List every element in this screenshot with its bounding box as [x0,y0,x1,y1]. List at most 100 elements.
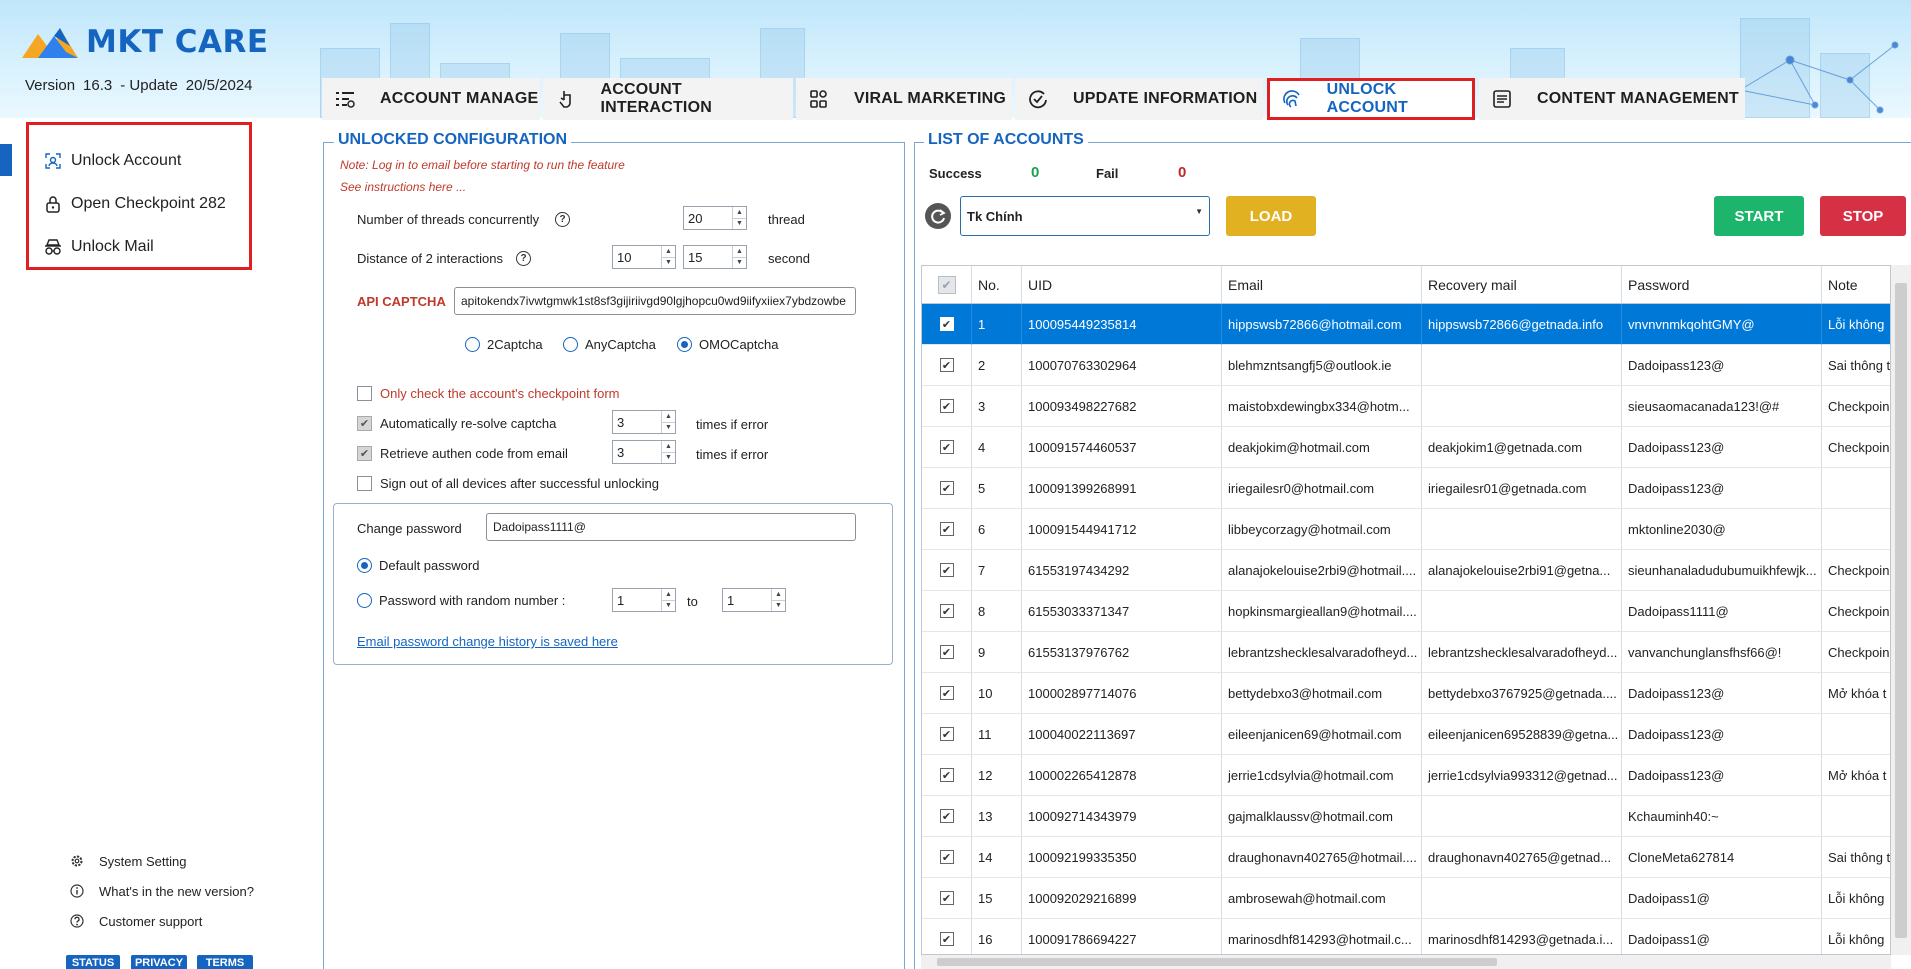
table-row[interactable]: ✔ 4 100091574460537 deakjokim@hotmail.com de… [922,427,1890,468]
spin-down-icon[interactable]: ▼ [772,601,785,612]
customer-support-link[interactable]: Customer support [69,913,202,929]
column-header-note[interactable]: Note [1822,266,1890,304]
change-password-input[interactable]: Dadoipass1111@ [486,513,856,541]
password-history-link[interactable]: Email password change history is saved h… [357,634,618,649]
sidebar-item-unlock-mail[interactable]: Unlock Mail [43,237,154,257]
row-checkbox[interactable]: ✔ [922,550,972,591]
spin-down-icon[interactable]: ▼ [662,258,675,269]
table-row[interactable]: ✔ 10 100002897714076 bettydebxo3@hotmail.co… [922,673,1890,714]
terms-button[interactable]: TERMS [197,955,253,969]
row-checkbox[interactable]: ✔ [922,509,972,550]
table-row[interactable]: ✔ 3 100093498227682 maistobxdewingbx334@hot… [922,386,1890,427]
instructions-link[interactable]: See instructions here ... [340,180,466,194]
table-row[interactable]: ✔ 14 100092199335350 draughonavn402765@hotm… [922,837,1890,878]
row-checkbox[interactable]: ✔ [922,386,972,427]
row-checkbox[interactable]: ✔ [922,345,972,386]
row-checkbox[interactable]: ✔ [922,468,972,509]
spin-down-icon[interactable]: ▼ [733,219,746,230]
status-button[interactable]: STATUS [66,955,120,969]
random-to-stepper[interactable]: 1 ▲ ▼ [722,588,786,612]
api-captcha-input[interactable]: apitokendx7ivwtgmwk1st8sf3gijiriivgd90lg… [454,287,856,315]
horizontal-scrollbar[interactable] [921,955,1891,969]
scrollbar-thumb[interactable] [937,958,1497,966]
select-all-checkbox[interactable]: ✔ [922,266,972,304]
random-from-stepper[interactable]: 1 ▲ ▼ [612,588,676,612]
spin-up-icon[interactable]: ▲ [772,589,785,601]
row-checkbox[interactable]: ✔ [922,632,972,673]
row-checkbox[interactable]: ✔ [922,796,972,837]
row-checkbox[interactable]: ✔ [922,304,972,345]
help-icon[interactable]: ? [555,212,570,227]
row-checkbox[interactable]: ✔ [922,919,972,954]
spin-up-icon[interactable]: ▲ [662,411,675,423]
table-row[interactable]: ✔ 2 100070763302964 blehmzntsangfj5@outlook… [922,345,1890,386]
column-header-recovery[interactable]: Recovery mail [1422,266,1622,304]
table-row[interactable]: ✔ 11 100040022113697 eileenjanicen69@hotmai… [922,714,1890,755]
column-header-no[interactable]: No. [972,266,1022,304]
table-row[interactable]: ✔ 8 61553033371347 hopkinsmargieallan9@hotm… [922,591,1890,632]
captcha-option-omocaptcha[interactable]: OMOCaptcha [677,337,778,352]
scrollbar-thumb[interactable] [1895,283,1907,938]
captcha-option-anycaptcha[interactable]: AnyCaptcha [563,337,656,352]
captcha-option-2captcha[interactable]: 2Captcha [465,337,543,352]
table-row[interactable]: ✔ 15 100092029216899 ambrosewah@hotmail.com… [922,878,1890,919]
table-row[interactable]: ✔ 12 100002265412878 jerrie1cdsylvia@hotmai… [922,755,1890,796]
spin-down-icon[interactable]: ▼ [733,258,746,269]
checkbox-box: ✔ [939,399,954,413]
only-check-checkbox[interactable]: Only check the account's checkpoint form [357,386,619,401]
spin-down-icon[interactable]: ▼ [662,423,675,434]
spin-down-icon[interactable]: ▼ [662,601,675,612]
load-button[interactable]: LOAD [1226,196,1316,236]
tab-account-manage[interactable]: ACCOUNT MANAGE [322,78,540,120]
random-password-radio[interactable]: Password with random number : [357,593,565,608]
table-row[interactable]: ✔ 6 100091544941712 libbeycorzagy@hotmail.c… [922,509,1890,550]
sidebar-item-unlock-account[interactable]: Unlock Account [43,151,181,171]
refresh-icon[interactable] [925,203,951,229]
table-row[interactable]: ✔ 16 100091786694227 marinosdhf814293@hotma… [922,919,1890,954]
category-select[interactable]: Tk Chính ▼ [960,196,1210,236]
sidebar-item-open-checkpoint[interactable]: Open Checkpoint 282 [43,194,226,214]
table-row[interactable]: ✔ 9 61553137976762 lebrantzshecklesalvarado… [922,632,1890,673]
sign-out-checkbox[interactable]: Sign out of all devices after successful… [357,476,659,491]
spin-up-icon[interactable]: ▲ [662,589,675,601]
stop-button[interactable]: STOP [1820,196,1906,236]
start-button[interactable]: START [1714,196,1804,236]
privacy-button[interactable]: PRIVACY [131,955,187,969]
column-header-email[interactable]: Email [1222,266,1422,304]
tab-unlock-account[interactable]: UNLOCK ACCOUNT [1267,78,1475,120]
tab-content-management[interactable]: CONTENT MANAGEMENT [1479,78,1745,120]
table-row[interactable]: ✔ 7 61553197434292 alanajokelouise2rbi9@hot… [922,550,1890,591]
spin-up-icon[interactable]: ▲ [733,246,746,258]
row-checkbox[interactable]: ✔ [922,427,972,468]
threads-stepper[interactable]: 20 ▲ ▼ [683,206,747,230]
table-row[interactable]: ✔ 13 100092714343979 gajmalklaussv@hotmail.… [922,796,1890,837]
system-setting-link[interactable]: System Setting [69,853,186,869]
spin-up-icon[interactable]: ▲ [662,441,675,453]
table-row[interactable]: ✔ 1 100095449235814 hippswsb72866@hotmail.c… [922,304,1890,345]
retrieve-code-checkbox[interactable]: ✔ Retrieve authen code from email [357,446,568,461]
spin-down-icon[interactable]: ▼ [662,453,675,464]
row-checkbox[interactable]: ✔ [922,591,972,632]
default-password-radio[interactable]: Default password [357,558,479,573]
vertical-scrollbar[interactable] [1891,265,1911,955]
column-header-password[interactable]: Password [1622,266,1822,304]
distance-from-stepper[interactable]: 10 ▲ ▼ [612,245,676,269]
row-checkbox[interactable]: ✔ [922,837,972,878]
whats-new-link[interactable]: What's in the new version? [69,883,254,899]
resolve-stepper[interactable]: 3 ▲ ▼ [612,410,676,434]
tab-viral-marketing[interactable]: VIRAL MARKETING [796,78,1012,120]
table-row[interactable]: ✔ 5 100091399268991 iriegailesr0@hotmail.co… [922,468,1890,509]
tab-account-interaction[interactable]: ACCOUNT INTERACTION [543,78,793,120]
row-checkbox[interactable]: ✔ [922,755,972,796]
tab-update-information[interactable]: UPDATE INFORMATION [1015,78,1263,120]
row-checkbox[interactable]: ✔ [922,878,972,919]
retrieve-stepper[interactable]: 3 ▲ ▼ [612,440,676,464]
spin-up-icon[interactable]: ▲ [733,207,746,219]
resolve-captcha-checkbox[interactable]: ✔ Automatically re-solve captcha [357,416,556,431]
help-icon[interactable]: ? [516,251,531,266]
row-checkbox[interactable]: ✔ [922,673,972,714]
distance-to-stepper[interactable]: 15 ▲ ▼ [683,245,747,269]
column-header-uid[interactable]: UID [1022,266,1222,304]
spin-up-icon[interactable]: ▲ [662,246,675,258]
row-checkbox[interactable]: ✔ [922,714,972,755]
